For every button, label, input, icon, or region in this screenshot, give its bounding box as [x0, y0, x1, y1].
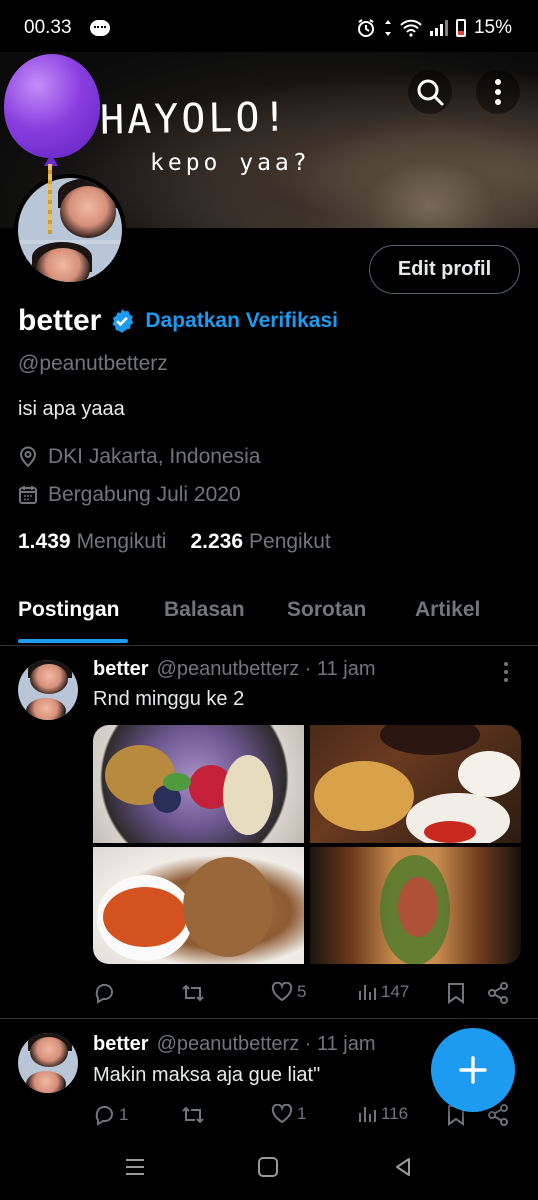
banner-title: HAYOLO!: [99, 94, 290, 144]
edit-profile-button[interactable]: Edit profil: [369, 245, 520, 294]
profile-tabs: Postingan Balasan Sorotan Artikel: [0, 584, 538, 646]
post-header: better @peanutbetterz · 11 jam: [93, 658, 376, 681]
message-notification-icon: [89, 20, 110, 36]
recents-icon: [126, 1159, 144, 1175]
views-button[interactable]: 147: [357, 982, 409, 1002]
post-avatar[interactable]: [18, 1033, 78, 1093]
like-count: 1: [297, 1104, 307, 1123]
photo-burger-tots[interactable]: [310, 725, 521, 843]
bookmark-button[interactable]: [447, 982, 469, 1004]
home-icon: [258, 1157, 278, 1177]
post-actions: 1 1 116: [93, 1104, 513, 1128]
repost-button[interactable]: [181, 1104, 209, 1126]
post-header: better @peanutbetterz · 11 jam: [93, 1033, 376, 1056]
views-count: 147: [381, 982, 410, 1001]
photo-toast-sauce[interactable]: [93, 847, 304, 964]
profile-handle: @peanutbetterz: [18, 352, 168, 375]
post-text: Makin maksa aja gue liat": [93, 1064, 321, 1086]
following-label[interactable]: Mengikuti: [77, 530, 167, 554]
name-row: better Dapatkan Verifikasi: [18, 304, 338, 338]
profile-bio: isi apa yaaa: [18, 398, 125, 420]
balloon-decoration: [4, 54, 102, 234]
repost-icon: [182, 984, 204, 1002]
location-text: DKI Jakarta, Indonesia: [48, 445, 261, 468]
views-count: 116: [381, 1104, 409, 1123]
battery-percent: 15%: [473, 17, 512, 38]
reply-icon: [95, 984, 113, 1004]
views-icon: [359, 985, 376, 1000]
post-author-name[interactable]: better: [93, 1033, 149, 1056]
more-vert-icon: [495, 79, 501, 105]
system-nav-bar: [0, 1140, 538, 1200]
photo-hotdog[interactable]: [310, 847, 521, 964]
share-icon: [488, 982, 508, 1004]
follow-stats: 1.439 Mengikuti 2.236 Pengikut: [18, 530, 355, 554]
tab-balasan[interactable]: Balasan: [164, 598, 245, 622]
recent-apps-button[interactable]: [124, 1156, 146, 1183]
home-button[interactable]: [257, 1156, 279, 1183]
get-verified-link[interactable]: Dapatkan Verifikasi: [145, 309, 338, 333]
reply-button[interactable]: 1: [93, 1104, 128, 1126]
like-icon: [271, 982, 293, 1002]
compose-post-button[interactable]: [431, 1028, 515, 1112]
post-author-name[interactable]: better: [93, 658, 149, 681]
signal-icon: [429, 20, 448, 36]
calendar-icon: [19, 486, 37, 504]
wifi-icon: [400, 19, 422, 37]
search-icon: [417, 79, 444, 106]
joined-text: Bergabung Juli 2020: [48, 483, 241, 506]
display-name: better: [18, 304, 102, 337]
verified-icon: [112, 309, 134, 333]
more-options-button[interactable]: [476, 70, 520, 114]
post-actions: 5 147: [93, 982, 513, 1006]
like-count: 5: [297, 982, 307, 1001]
tab-artikel[interactable]: Artikel: [415, 598, 480, 622]
post-avatar[interactable]: [18, 660, 78, 720]
followers-count[interactable]: 2.236: [190, 530, 243, 554]
profile-location: DKI Jakarta, Indonesia: [18, 445, 260, 469]
location-icon: [19, 446, 37, 468]
views-button[interactable]: 116: [357, 1104, 408, 1124]
banner-subtitle: kepo yaa?: [150, 150, 311, 176]
active-tab-indicator: [18, 639, 128, 643]
post-media-grid: [93, 725, 521, 964]
tab-postingan[interactable]: Postingan: [18, 598, 120, 622]
tab-sorotan[interactable]: Sorotan: [287, 598, 366, 622]
share-button[interactable]: [487, 982, 513, 1004]
followers-label[interactable]: Pengikut: [249, 530, 331, 554]
profile-avatar[interactable]: [14, 174, 126, 286]
back-button[interactable]: [392, 1156, 414, 1183]
post-handle-time: @peanutbetterz · 11 jam: [156, 1033, 376, 1055]
like-button[interactable]: 5: [271, 982, 306, 1002]
status-bar: 00.33 15%: [0, 0, 538, 56]
reply-icon: [95, 1106, 113, 1126]
following-count[interactable]: 1.439: [18, 530, 71, 554]
views-icon: [359, 1107, 376, 1122]
alarm-icon: [357, 19, 374, 37]
post-handle-time: @peanutbetterz · 11 jam: [156, 658, 376, 680]
data-arrows-icon: [384, 20, 391, 36]
profile-joined: Bergabung Juli 2020: [18, 483, 241, 507]
post-more-icon[interactable]: [504, 662, 512, 686]
photo-smoothie-bowl[interactable]: [93, 725, 304, 843]
repost-icon: [182, 1106, 204, 1124]
post-text: Rnd minggu ke 2: [93, 688, 245, 710]
like-icon: [271, 1104, 293, 1124]
repost-button[interactable]: [181, 982, 209, 1004]
reply-count: 1: [119, 1105, 129, 1124]
back-icon: [396, 1158, 410, 1176]
battery-icon: [455, 19, 466, 37]
bookmark-icon: [448, 983, 464, 1004]
status-time: 00.33: [24, 17, 72, 38]
plus-icon: [459, 1056, 487, 1084]
like-button[interactable]: 1: [271, 1104, 306, 1124]
reply-button[interactable]: [93, 982, 119, 1004]
search-button[interactable]: [408, 70, 452, 114]
